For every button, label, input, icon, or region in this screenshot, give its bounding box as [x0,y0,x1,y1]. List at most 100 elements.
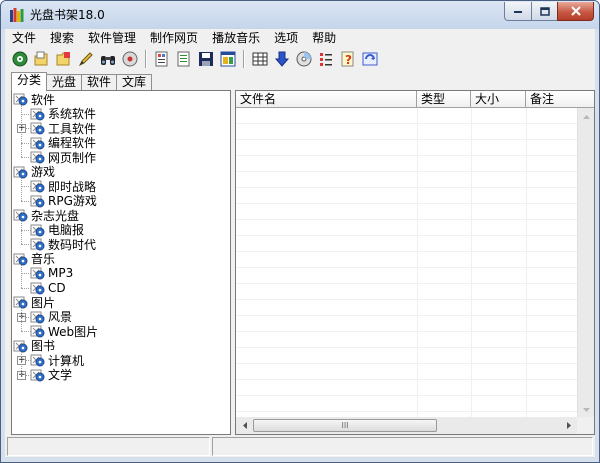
toolbar-disc-button[interactable] [9,49,30,69]
category-tree[interactable]: 软件 系统软件 工具软件 + 编程软件 网页制作 游戏 即时战略 RPG游戏 杂志光盘 电脑报 数码时… [11,90,231,435]
tree-label: MP3 [48,266,74,280]
tree-item[interactable]: 即时战略 [30,179,96,194]
svg-text:?: ? [345,53,352,67]
menu-options[interactable]: 选项 [267,29,305,47]
toolbar-properties-button[interactable] [151,49,172,69]
tree-category[interactable]: 杂志光盘 [13,208,79,223]
toolbar-disc-search-button[interactable] [119,49,140,69]
tree-category[interactable]: 软件 [13,92,55,107]
toolbar-table-button[interactable] [249,49,270,69]
toolbar-open-folder-button[interactable] [53,49,74,69]
tab-disc[interactable]: 光盘 [46,74,83,91]
tree-connector [21,142,31,144]
menu-help[interactable]: 帮助 [305,29,343,47]
category-item-icon [30,369,45,381]
status-panel-left [7,437,210,456]
toolbar-list-button[interactable] [315,49,336,69]
toolbar-save-button[interactable] [195,49,216,69]
menu-search[interactable]: 搜索 [43,29,81,47]
toolbar-find-button[interactable] [97,49,118,69]
scroll-up-button[interactable] [578,108,594,125]
table-icon [252,52,267,66]
tree-category[interactable]: 游戏 [13,165,55,179]
tree-category[interactable]: 图片 [13,295,55,310]
toolbar-download-button[interactable] [271,49,292,69]
tree-item[interactable]: Web图片 [30,324,99,339]
scroll-down-button[interactable] [578,401,594,418]
list-column-line [471,108,472,418]
category-folder-icon [13,209,28,222]
tree-category[interactable]: 图书 [13,339,55,353]
toolbar-document-button[interactable] [173,49,194,69]
menu-software-manage[interactable]: 软件管理 [81,29,143,47]
tree-item[interactable]: 系统软件 [30,107,96,121]
tree-item[interactable]: 数码时代 [30,237,96,252]
scroll-left-arrow-icon [242,422,247,429]
tree-item[interactable]: RPG游戏 [30,194,97,208]
column-header-size[interactable]: 大小 [471,91,526,107]
main-window: 光盘书架18.0 文件 搜索 软件管理 制作网页 播放音乐 选项 帮助 ? 分类… [0,0,600,463]
tree-item[interactable]: 文学 [30,368,72,382]
horizontal-scrollbar[interactable]: III [236,417,577,434]
column-header-type[interactable]: 类型 [417,91,471,107]
minimize-button[interactable] [504,2,532,21]
horizontal-scroll-thumb[interactable]: III [253,419,437,432]
content-area: 分类 光盘 软件 文库 软件 系统软件 工具软件 + 编程软件 网页制作 游戏 即时战略 RPG… [5,71,595,435]
window-title: 光盘书架18.0 [30,8,105,22]
category-folder-icon [13,340,28,352]
vertical-scrollbar[interactable] [577,108,594,418]
tree-item[interactable]: 工具软件 [30,121,96,136]
tree-item[interactable]: 电脑报 [30,223,84,237]
tree-item[interactable]: 风景 [30,310,72,324]
tree-item[interactable]: CD [30,281,66,295]
menu-play-music[interactable]: 播放音乐 [205,29,267,47]
tree-item[interactable]: 计算机 [30,353,84,368]
menu-make-webpage[interactable]: 制作网页 [143,29,205,47]
tree-label: Web图片 [48,324,99,339]
category-tabs: 分类 光盘 软件 文库 [11,72,153,91]
scroll-right-button[interactable] [560,417,577,434]
toolbar-edit-button[interactable] [75,49,96,69]
scroll-up-arrow-icon [583,114,590,119]
list-column-line [417,108,418,418]
tree-label: 网页制作 [48,150,97,165]
title-bar[interactable]: 光盘书架18.0 [1,1,599,29]
tree-item[interactable]: 编程软件 [30,136,96,150]
tree-item[interactable]: 网页制作 [30,150,97,165]
download-arrow-icon [274,51,289,67]
tree-item[interactable]: MP3 [30,266,73,280]
tab-category[interactable]: 分类 [11,72,48,91]
bookshelf-app-icon [10,8,24,22]
tree-connector [21,186,31,187]
scroll-corner [577,417,594,434]
close-button[interactable] [557,2,594,21]
toolbar-help-button[interactable]: ? [337,49,358,69]
toolbar-refresh-button[interactable] [359,49,380,69]
maximize-button[interactable] [531,2,558,21]
toolbar-cd-button[interactable] [293,49,314,69]
category-item-icon [30,282,45,294]
tree-category[interactable]: 音乐 [13,252,55,266]
tree-connector [21,273,31,274]
close-icon [570,6,581,16]
tab-software[interactable]: 软件 [81,74,118,91]
menu-file[interactable]: 文件 [5,29,43,47]
category-item-icon [30,108,45,120]
tree-connector [21,177,22,201]
file-list[interactable]: 文件名 类型 大小 备注 III [235,90,595,435]
maximize-icon [539,6,550,16]
column-header-note[interactable]: 备注 [526,91,594,107]
toolbar-separator [243,50,245,68]
minimize-icon [514,11,522,13]
column-header-filename[interactable]: 文件名 [236,91,417,107]
tree-label: 音乐 [31,252,56,266]
scroll-left-button[interactable] [236,417,253,434]
toolbar-new-folder-button[interactable] [31,49,52,69]
category-item-icon [30,267,45,280]
tree-connector [21,264,22,288]
toolbar-webpage-button[interactable] [217,49,238,69]
toolbar-separator [145,50,147,68]
category-item-icon [30,238,45,251]
tab-library[interactable]: 文库 [116,74,153,91]
tree-connector [21,308,22,331]
